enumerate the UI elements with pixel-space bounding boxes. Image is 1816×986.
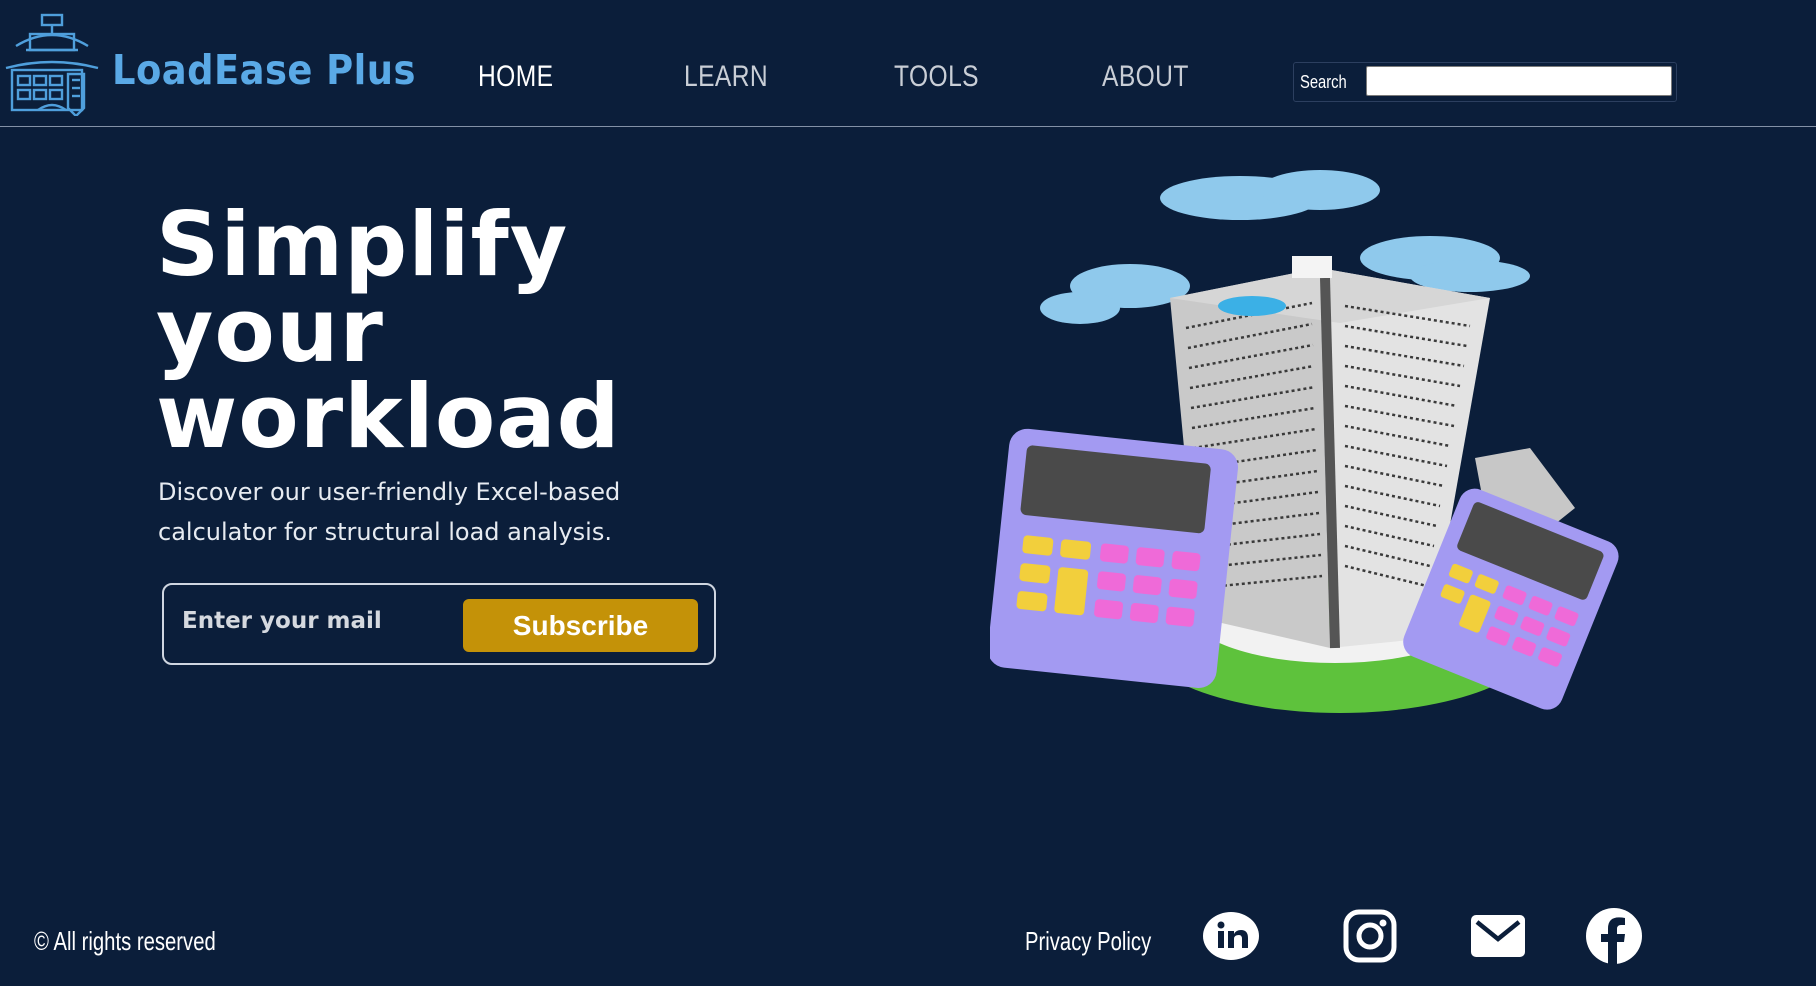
- hero-title: Simplify your workload: [156, 201, 621, 461]
- instagram-icon[interactable]: [1340, 906, 1400, 966]
- mail-icon[interactable]: [1468, 906, 1528, 966]
- nav-tools[interactable]: TOOLS: [894, 60, 979, 94]
- subscribe-button[interactable]: Subscribe: [463, 599, 698, 652]
- copyright-text: © All rights reserved: [34, 926, 216, 956]
- nav-about[interactable]: ABOUT: [1102, 60, 1189, 94]
- nav-learn[interactable]: LEARN: [684, 60, 768, 94]
- facebook-icon[interactable]: [1584, 906, 1644, 966]
- email-input[interactable]: [182, 599, 442, 643]
- hero-subtitle-line: Discover our user-friendly Excel-based: [158, 478, 621, 506]
- search-input[interactable]: [1366, 66, 1672, 96]
- search-label: Search: [1300, 72, 1347, 92]
- linkedin-icon[interactable]: [1201, 906, 1261, 966]
- hero-subtitle-line: calculator for structural load analysis.: [158, 518, 612, 546]
- hero-title-line: workload: [156, 365, 621, 468]
- skyscraper-with-calculators-illustration: [990, 170, 1619, 713]
- hero-subtitle: Discover our user-friendly Excel-based c…: [158, 472, 698, 552]
- brand-name[interactable]: LoadEase Plus: [112, 46, 416, 94]
- nav-home[interactable]: HOME: [478, 60, 553, 94]
- privacy-policy-link[interactable]: Privacy Policy: [1025, 926, 1151, 957]
- site-header: LoadEase Plus HOME LEARN TOOLS ABOUT Sea…: [0, 0, 1816, 127]
- subscribe-form: Subscribe: [162, 583, 716, 665]
- search-bar: Search: [1293, 62, 1677, 102]
- bridge-building-logo-icon[interactable]: [2, 12, 102, 116]
